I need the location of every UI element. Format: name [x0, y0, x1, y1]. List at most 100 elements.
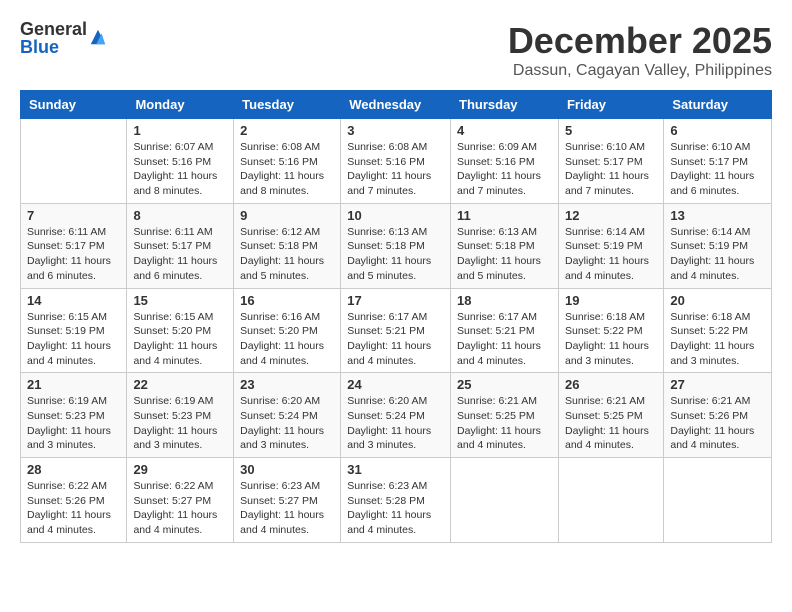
- day-number: 21: [27, 377, 120, 392]
- calendar-cell: 6Sunrise: 6:10 AMSunset: 5:17 PMDaylight…: [664, 119, 772, 204]
- day-info: Sunrise: 6:07 AMSunset: 5:16 PMDaylight:…: [133, 140, 227, 199]
- calendar-cell: [21, 119, 127, 204]
- day-info: Sunrise: 6:22 AMSunset: 5:27 PMDaylight:…: [133, 479, 227, 538]
- day-number: 20: [670, 293, 765, 308]
- calendar-cell: 7Sunrise: 6:11 AMSunset: 5:17 PMDaylight…: [21, 203, 127, 288]
- calendar-cell: 10Sunrise: 6:13 AMSunset: 5:18 PMDayligh…: [341, 203, 451, 288]
- day-number: 26: [565, 377, 657, 392]
- calendar-cell: 19 Sunrise: 6:18 AMSunset: 5:22 PMDayligh…: [558, 288, 663, 373]
- day-info: Sunrise: 6:14 AMSunset: 5:19 PMDaylight:…: [565, 225, 657, 284]
- day-info: Sunrise: 6:18 AMSunset: 5:22 PMDaylight:…: [565, 310, 657, 369]
- calendar-cell: 12 Sunrise: 6:14 AMSunset: 5:19 PMDayligh…: [558, 203, 663, 288]
- calendar-cell: [664, 458, 772, 543]
- day-number: 17: [347, 293, 444, 308]
- day-info: Sunrise: 6:23 AMSunset: 5:28 PMDaylight:…: [347, 479, 444, 538]
- day-number: 23: [240, 377, 334, 392]
- calendar-cell: 29 Sunrise: 6:22 AMSunset: 5:27 PMDayligh…: [127, 458, 234, 543]
- day-number: 8: [133, 208, 227, 223]
- day-info: Sunrise: 6:08 AMSunset: 5:16 PMDaylight:…: [347, 140, 444, 199]
- calendar-week-row: 14 Sunrise: 6:15 AMSunset: 5:19 PMDayligh…: [21, 288, 772, 373]
- calendar-cell: 4 Sunrise: 6:09 AMSunset: 5:16 PMDaylight…: [451, 119, 559, 204]
- calendar-cell: [451, 458, 559, 543]
- calendar: SundayMondayTuesdayWednesdayThursdayFrid…: [20, 90, 772, 543]
- calendar-header-sunday: Sunday: [21, 91, 127, 119]
- day-number: 16: [240, 293, 334, 308]
- day-info: Sunrise: 6:23 AMSunset: 5:27 PMDaylight:…: [240, 479, 334, 538]
- calendar-cell: 23 Sunrise: 6:20 AMSunset: 5:24 PMDayligh…: [234, 373, 341, 458]
- day-number: 3: [347, 123, 444, 138]
- day-number: 13: [670, 208, 765, 223]
- day-number: 28: [27, 462, 120, 477]
- day-number: 22: [133, 377, 227, 392]
- day-number: 1: [133, 123, 227, 138]
- day-info: Sunrise: 6:19 AMSunset: 5:23 PMDaylight:…: [133, 394, 227, 453]
- month-title: December 2025: [508, 20, 772, 62]
- calendar-cell: 5 Sunrise: 6:10 AMSunset: 5:17 PMDaylight…: [558, 119, 663, 204]
- page-header: General Blue December 2025 Dassun, Cagay…: [20, 20, 772, 80]
- day-info: Sunrise: 6:12 AMSunset: 5:18 PMDaylight:…: [240, 225, 334, 284]
- day-info: Sunrise: 6:21 AMSunset: 5:25 PMDaylight:…: [457, 394, 552, 453]
- logo-blue: Blue: [20, 38, 87, 56]
- calendar-cell: 8 Sunrise: 6:11 AMSunset: 5:17 PMDaylight…: [127, 203, 234, 288]
- day-number: 7: [27, 208, 120, 223]
- day-info: Sunrise: 6:21 AMSunset: 5:25 PMDaylight:…: [565, 394, 657, 453]
- calendar-cell: 28 Sunrise: 6:22 AMSunset: 5:26 PMDayligh…: [21, 458, 127, 543]
- day-info: Sunrise: 6:20 AMSunset: 5:24 PMDaylight:…: [240, 394, 334, 453]
- calendar-header-tuesday: Tuesday: [234, 91, 341, 119]
- day-number: 12: [565, 208, 657, 223]
- calendar-header-wednesday: Wednesday: [341, 91, 451, 119]
- day-info: Sunrise: 6:11 AMSunset: 5:17 PMDaylight:…: [133, 225, 227, 284]
- day-number: 9: [240, 208, 334, 223]
- calendar-header-saturday: Saturday: [664, 91, 772, 119]
- day-number: 29: [133, 462, 227, 477]
- day-number: 15: [133, 293, 227, 308]
- calendar-cell: 27 Sunrise: 6:21 AMSunset: 5:26 PMDayligh…: [664, 373, 772, 458]
- day-number: 31: [347, 462, 444, 477]
- day-info: Sunrise: 6:15 AMSunset: 5:19 PMDaylight:…: [27, 310, 120, 369]
- day-info: Sunrise: 6:18 AMSunset: 5:22 PMDaylight:…: [670, 310, 765, 369]
- day-info: Sunrise: 6:17 AMSunset: 5:21 PMDaylight:…: [347, 310, 444, 369]
- calendar-cell: 31 Sunrise: 6:23 AMSunset: 5:28 PMDayligh…: [341, 458, 451, 543]
- day-number: 18: [457, 293, 552, 308]
- calendar-header-row: SundayMondayTuesdayWednesdayThursdayFrid…: [21, 91, 772, 119]
- day-info: Sunrise: 6:15 AMSunset: 5:20 PMDaylight:…: [133, 310, 227, 369]
- calendar-header-thursday: Thursday: [451, 91, 559, 119]
- day-info: Sunrise: 6:20 AMSunset: 5:24 PMDaylight:…: [347, 394, 444, 453]
- day-number: 14: [27, 293, 120, 308]
- calendar-cell: 14 Sunrise: 6:15 AMSunset: 5:19 PMDayligh…: [21, 288, 127, 373]
- day-info: Sunrise: 6:22 AMSunset: 5:26 PMDaylight:…: [27, 479, 120, 538]
- calendar-week-row: 28 Sunrise: 6:22 AMSunset: 5:26 PMDayligh…: [21, 458, 772, 543]
- calendar-cell: 11 Sunrise: 6:13 AMSunset: 5:18 PMDayligh…: [451, 203, 559, 288]
- calendar-cell: 18Sunrise: 6:17 AMSunset: 5:21 PMDayligh…: [451, 288, 559, 373]
- day-info: Sunrise: 6:16 AMSunset: 5:20 PMDaylight:…: [240, 310, 334, 369]
- calendar-cell: 17 Sunrise: 6:17 AMSunset: 5:21 PMDayligh…: [341, 288, 451, 373]
- day-info: Sunrise: 6:19 AMSunset: 5:23 PMDaylight:…: [27, 394, 120, 453]
- calendar-header-monday: Monday: [127, 91, 234, 119]
- calendar-cell: 20 Sunrise: 6:18 AMSunset: 5:22 PMDayligh…: [664, 288, 772, 373]
- calendar-cell: [558, 458, 663, 543]
- day-info: Sunrise: 6:10 AMSunset: 5:17 PMDaylight:…: [565, 140, 657, 199]
- day-info: Sunrise: 6:21 AMSunset: 5:26 PMDaylight:…: [670, 394, 765, 453]
- calendar-week-row: 1 Sunrise: 6:07 AMSunset: 5:16 PMDaylight…: [21, 119, 772, 204]
- calendar-cell: 2Sunrise: 6:08 AMSunset: 5:16 PMDaylight…: [234, 119, 341, 204]
- day-number: 6: [670, 123, 765, 138]
- day-info: Sunrise: 6:09 AMSunset: 5:16 PMDaylight:…: [457, 140, 552, 199]
- day-info: Sunrise: 6:13 AMSunset: 5:18 PMDaylight:…: [457, 225, 552, 284]
- day-number: 27: [670, 377, 765, 392]
- calendar-cell: 21 Sunrise: 6:19 AMSunset: 5:23 PMDayligh…: [21, 373, 127, 458]
- calendar-cell: 26 Sunrise: 6:21 AMSunset: 5:25 PMDayligh…: [558, 373, 663, 458]
- logo-icon: [89, 28, 107, 46]
- calendar-cell: 30Sunrise: 6:23 AMSunset: 5:27 PMDayligh…: [234, 458, 341, 543]
- day-number: 2: [240, 123, 334, 138]
- day-number: 4: [457, 123, 552, 138]
- day-info: Sunrise: 6:13 AMSunset: 5:18 PMDaylight:…: [347, 225, 444, 284]
- title-section: December 2025 Dassun, Cagayan Valley, Ph…: [508, 20, 772, 80]
- day-number: 11: [457, 208, 552, 223]
- day-info: Sunrise: 6:14 AMSunset: 5:19 PMDaylight:…: [670, 225, 765, 284]
- location: Dassun, Cagayan Valley, Philippines: [508, 62, 772, 80]
- calendar-week-row: 21 Sunrise: 6:19 AMSunset: 5:23 PMDayligh…: [21, 373, 772, 458]
- day-number: 24: [347, 377, 444, 392]
- day-number: 5: [565, 123, 657, 138]
- day-number: 19: [565, 293, 657, 308]
- calendar-cell: 3 Sunrise: 6:08 AMSunset: 5:16 PMDaylight…: [341, 119, 451, 204]
